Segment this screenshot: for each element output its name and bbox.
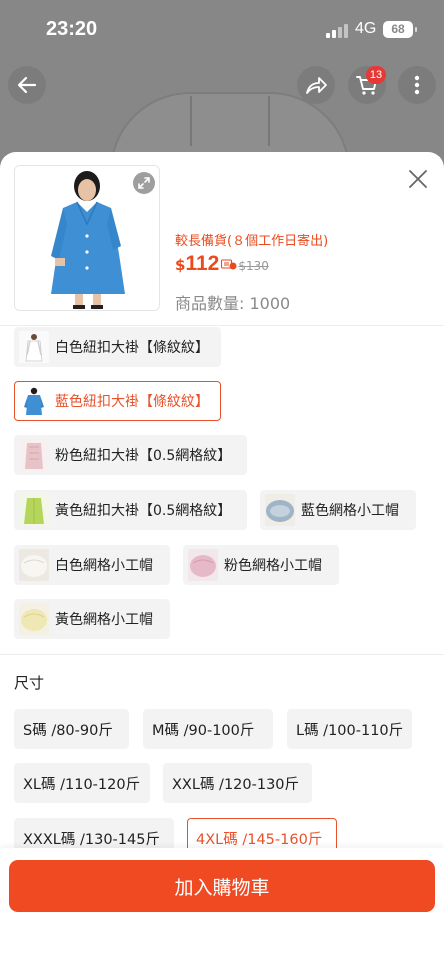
original-price: $130 [238,259,269,273]
size-option-m[interactable]: M碼 /90-100斤 [143,709,273,749]
quantity-text: 商品數量: 1000 [175,294,291,313]
color-option-blue-cap[interactable]: 藍色網格小工帽 [260,490,416,530]
color-option-label: 粉色網格小工帽 [224,558,322,574]
color-option-label: 白色紐扣大褂【條紋紋】 [55,340,209,356]
cart-count-badge: 13 [366,66,386,84]
size-option-l[interactable]: L碼 /100-110斤 [287,709,412,749]
color-option-label: 藍色紐扣大褂【條紋紋】 [55,394,209,410]
color-option-pink-coat[interactable]: 粉色紐扣大褂【0.5網格紋】 [14,435,247,475]
price-value: 112 [185,252,220,275]
add-to-cart-button[interactable]: 加入購物車 [9,860,435,912]
variant-selection-sheet: 較長備貨(８個工作日寄出) $ 112 $130 商品數量: 1000 白色紐扣… [0,152,444,960]
share-button[interactable] [297,66,335,104]
size-option-xl[interactable]: XL碼 /110-120斤 [14,763,150,803]
size-section-title: 尺寸 [14,674,45,692]
expand-image-icon[interactable] [133,172,155,194]
share-icon [306,77,327,94]
color-option-pink-cap[interactable]: 粉色網格小工帽 [183,545,339,585]
more-vertical-icon [414,75,420,95]
product-thumbnail[interactable] [14,165,160,311]
color-option-label: 白色網格小工帽 [55,558,153,574]
signal-icon [326,24,348,38]
blue-coat-swatch [19,385,49,417]
color-option-white-coat[interactable]: 白色紐扣大褂【條紋紋】 [14,327,221,367]
divider [0,325,444,326]
bottom-action-bar: 加入購物車 [0,848,444,960]
coin-icon [221,255,237,270]
yellow-cap-swatch [19,603,49,635]
size-option-label: 4XL碼 /145-160斤 [196,831,323,848]
size-option-xxl[interactable]: XXL碼 /120-130斤 [163,763,312,803]
status-bar: 23:20 4G 68 [0,0,444,58]
color-option-blue-coat[interactable]: 藍色紐扣大褂【條紋紋】 [14,381,221,421]
color-option-label: 黃色紐扣大褂【0.5網格紋】 [55,503,232,519]
color-option-yellow-cap[interactable]: 黃色網格小工帽 [14,599,170,639]
size-option-s[interactable]: S碼 /80-90斤 [14,709,129,749]
price-currency: $ [175,256,186,274]
size-option-label: XL碼 /110-120斤 [23,776,141,793]
color-option-label: 粉色紐扣大褂【0.5網格紋】 [55,448,232,464]
white-cap-swatch [19,549,49,581]
pink-cap-swatch [188,549,218,581]
color-option-label: 黃色網格小工帽 [55,612,153,628]
more-options-button[interactable] [398,66,436,104]
color-option-white-cap[interactable]: 白色網格小工帽 [14,545,170,585]
white-coat-swatch [19,331,49,363]
pink-coat-swatch [19,439,49,471]
battery-icon: 68 [383,21,417,38]
price-row: $ 112 $130 [175,252,269,276]
yellow-coat-swatch [19,494,49,526]
size-option-label: M碼 /90-100斤 [152,722,255,739]
stock-note: 較長備貨(８個工作日寄出) [175,234,329,249]
blue-cap-swatch [265,494,295,526]
network-type: 4G [355,20,377,37]
size-option-label: L碼 /100-110斤 [296,722,404,739]
color-option-label: 藍色網格小工帽 [301,503,399,519]
back-arrow-icon [17,76,37,94]
size-option-label: XXL碼 /120-130斤 [172,776,300,793]
status-time: 23:20 [46,18,98,40]
back-button[interactable] [8,66,46,104]
close-icon[interactable] [407,168,429,190]
size-option-label: S碼 /80-90斤 [23,722,113,739]
divider [0,654,444,655]
size-option-label: XXXL碼 /130-145斤 [23,831,160,848]
color-option-yellow-coat[interactable]: 黃色紐扣大褂【0.5網格紋】 [14,490,247,530]
